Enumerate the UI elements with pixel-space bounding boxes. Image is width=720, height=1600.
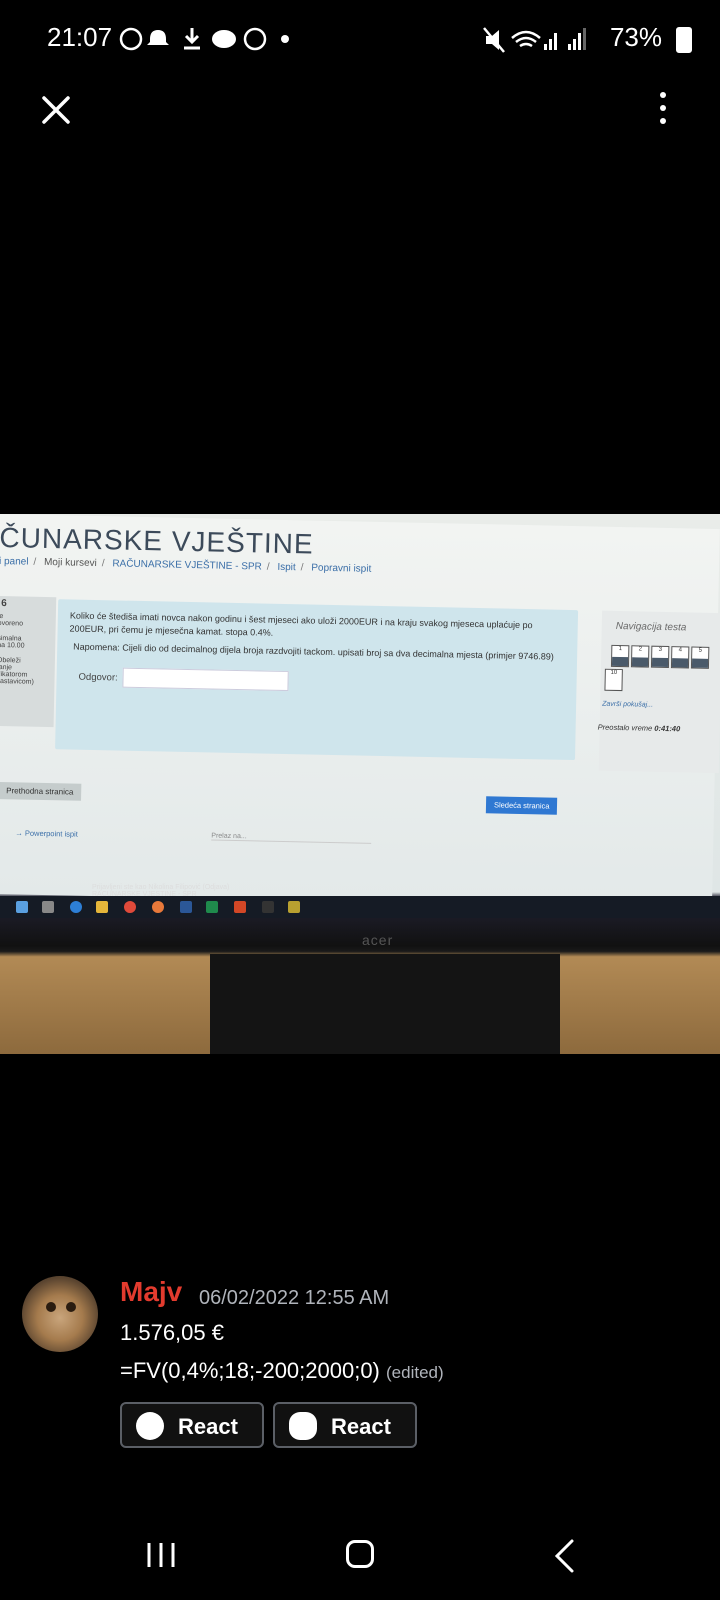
app-icon	[288, 901, 300, 913]
site-title: ČUNARSKE VJEŠTINE	[0, 521, 314, 560]
timer-label: Preostalo vreme	[597, 722, 653, 733]
back-svg	[554, 1539, 574, 1573]
nav-box: 3	[650, 645, 670, 669]
nav-box: 1	[610, 644, 630, 668]
nav-number: 10	[610, 669, 618, 676]
timer-value: 0:41:40	[654, 723, 681, 734]
breadcrumb-item: Moji kursevi	[43, 556, 97, 570]
info-line: ovoreno	[0, 619, 24, 628]
finish-attempt-link: Završi pokušaj...	[602, 700, 654, 709]
monitor-stand	[210, 954, 560, 1054]
super-react-button[interactable]: React	[273, 1402, 417, 1448]
nav-number: 3	[658, 646, 663, 653]
windows-taskbar	[0, 896, 720, 918]
close-icon[interactable]	[36, 90, 76, 130]
time-remaining: Preostalo vreme 0:41:40	[598, 723, 681, 734]
windows-start-icon	[16, 901, 28, 913]
status-right-icons	[482, 26, 592, 54]
question-info-panel: 6 je ovoreno simalna na 10.00 Obeleži ta…	[0, 595, 57, 728]
previous-page-button: Prethodna stranica	[0, 782, 82, 801]
explorer-icon	[96, 901, 108, 913]
question-number: 6	[1, 598, 7, 610]
more-dot	[660, 105, 666, 111]
formula-text: =FV(0,4%;18;-200;2000;0)	[120, 1358, 380, 1383]
breadcrumb-item: RAČUNARSKE VJEŠTINE - SPR	[112, 558, 262, 573]
status-right-svg	[483, 27, 586, 53]
notification-icons-svg	[119, 27, 289, 51]
answer-label: Odgovor:	[78, 671, 118, 684]
edge-icon	[70, 901, 82, 913]
nav-title: Navigacija testa	[615, 620, 687, 634]
edited-label: (edited)	[386, 1363, 444, 1382]
nav-box: 5	[690, 646, 710, 669]
avatar[interactable]	[22, 1276, 98, 1352]
home-icon[interactable]	[346, 1540, 374, 1568]
task-view-icon	[42, 901, 54, 913]
nav-box: 2	[630, 645, 650, 668]
question-note: Napomena: Cijeli dio od decimalnog dijel…	[73, 641, 554, 662]
message-formula: =FV(0,4%;18;-200;2000;0) (edited)	[120, 1358, 444, 1384]
answer-input	[122, 667, 289, 692]
info-line: na 10.00	[0, 641, 25, 650]
powerpoint-exam-link: → Powerpoint ispit	[15, 828, 78, 839]
chrome-icon	[124, 901, 136, 913]
more-dot	[660, 118, 666, 124]
close-icon-svg	[42, 96, 70, 124]
more-dot	[660, 92, 666, 98]
nav-number: 2	[638, 646, 643, 653]
breadcrumb-item: Popravni ispit	[311, 562, 372, 575]
avatar-eye	[46, 1302, 56, 1312]
jump-select: Prelaz na...	[211, 832, 372, 844]
add-reaction-icon	[136, 1412, 164, 1440]
breadcrumb-item: Ispit	[277, 561, 296, 574]
question-box: Koliko će štediša imati novca nakon godi…	[55, 599, 579, 761]
battery-percent: 73%	[609, 22, 662, 52]
message-line: 1.576,05 €	[120, 1320, 224, 1345]
more-vertical-icon[interactable]	[658, 92, 668, 128]
react-label: React	[331, 1414, 391, 1439]
question-text: Koliko će štediša imati novca nakon godi…	[69, 610, 533, 638]
avatar-eye	[66, 1302, 76, 1312]
recent-apps-svg	[147, 1543, 175, 1567]
firefox-icon	[152, 901, 164, 913]
quiz-navigation: Navigacija testa 1 2 3 4 5 10 Završi pok…	[598, 610, 720, 774]
monitor-screen: ČUNARSKE VJEŠTINE i panel / Moji kursevi /…	[0, 514, 720, 909]
nav-number: 1	[618, 645, 623, 653]
react-button[interactable]: React	[120, 1402, 264, 1448]
nav-box: 10	[604, 668, 623, 692]
nav-number: 4	[678, 647, 683, 654]
excel-icon	[206, 901, 218, 913]
app-icon	[262, 901, 274, 913]
monitor-brand: acer	[362, 932, 394, 948]
username[interactable]: Majv	[120, 1276, 182, 1308]
word-icon	[180, 901, 192, 913]
nav-box: 4	[670, 646, 690, 669]
nav-number: 5	[698, 647, 703, 654]
info-line: zastavicom)	[0, 677, 34, 686]
logged-in-line: Prijavljeni ste kao Nikolina Filipović (…	[92, 884, 230, 891]
battery-icon	[676, 27, 692, 53]
add-super-reaction-icon	[289, 1412, 317, 1440]
breadcrumb-item: i panel	[0, 555, 29, 568]
status-time: 21:07	[47, 22, 113, 52]
recent-apps-icon[interactable]	[146, 1542, 176, 1568]
powerpoint-icon	[234, 901, 246, 913]
notification-icons	[118, 24, 298, 54]
react-label: React	[178, 1414, 238, 1439]
back-icon[interactable]	[552, 1538, 576, 1574]
breadcrumb: i panel / Moji kursevi / RAČUNARSKE VJEŠTI…	[0, 555, 372, 575]
photo-image[interactable]: ČUNARSKE VJEŠTINE i panel / Moji kursevi /…	[0, 514, 720, 1054]
next-page-button: Sledeća stranica	[485, 796, 558, 815]
message-timestamp: 06/02/2022 12:55 AM	[199, 1287, 390, 1309]
